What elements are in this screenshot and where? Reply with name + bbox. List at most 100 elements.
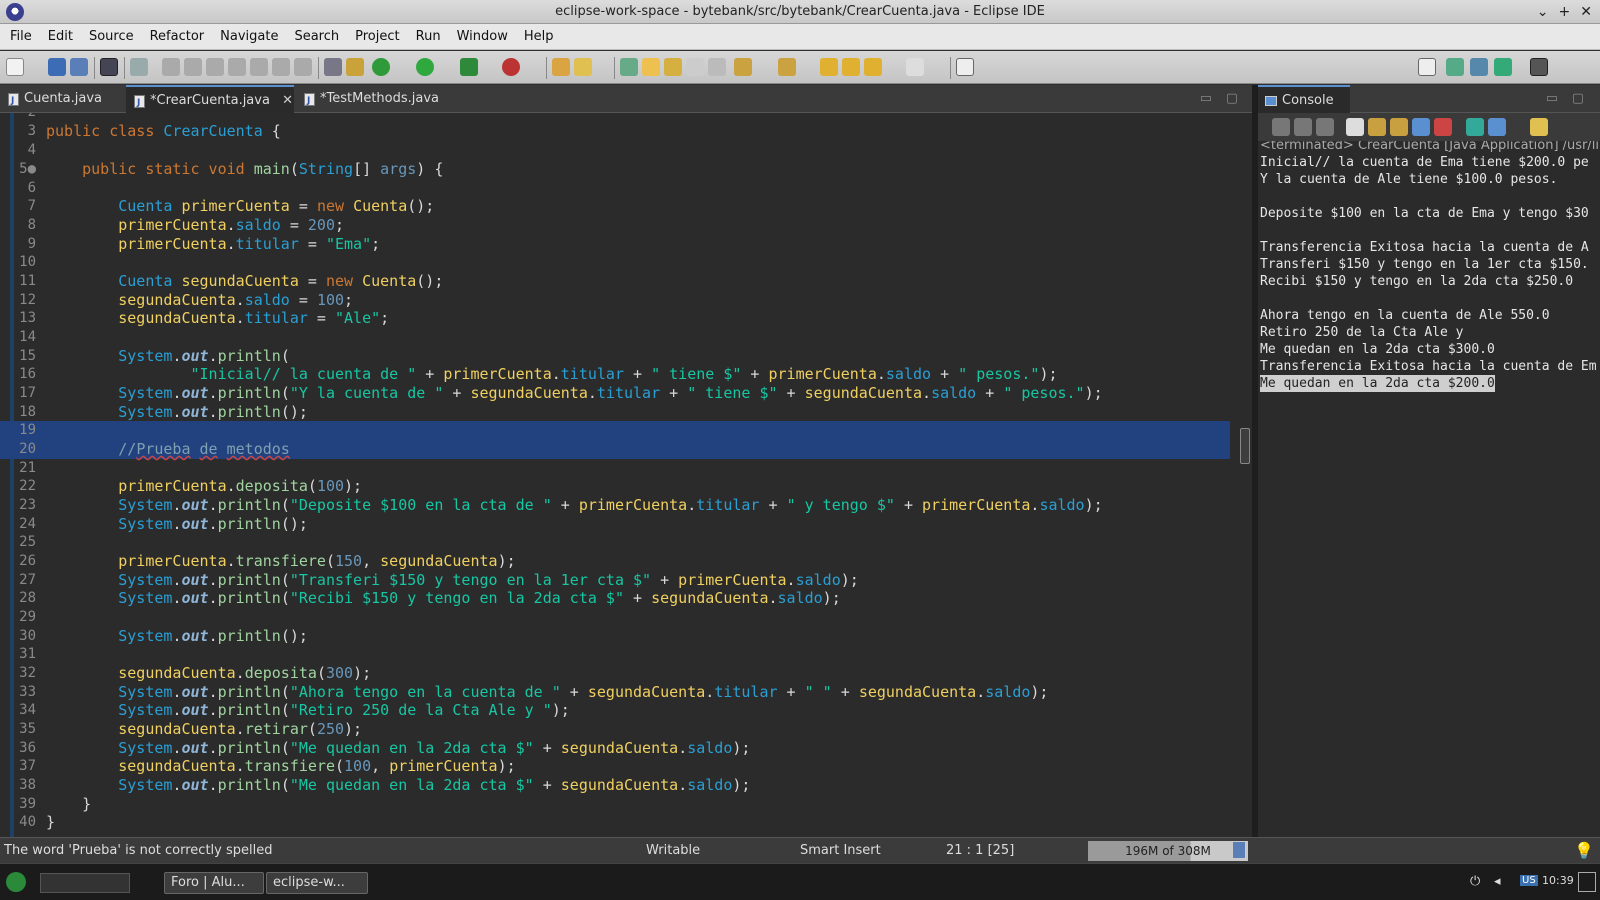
console-terminated-label: <terminated> CrearCuenta [Java Applicati… [1260,141,1599,153]
scroll-lock-icon[interactable] [1368,118,1386,136]
word-wrap-icon[interactable] [1390,118,1408,136]
resume-icon[interactable] [162,58,180,76]
back-icon[interactable] [864,58,882,76]
open-console-icon[interactable] [1530,118,1548,136]
skip-breakpoints-icon[interactable] [130,58,148,76]
start-menu-icon[interactable] [6,872,26,892]
menu-source[interactable]: Source [81,29,142,44]
run-icon[interactable] [416,58,434,76]
forward-icon[interactable] [906,58,924,76]
menu-file[interactable]: File [2,29,40,44]
editor-scrollbar-thumb[interactable] [1240,428,1250,464]
terminate-icon[interactable] [1272,118,1290,136]
toggle-block-icon[interactable] [664,58,682,76]
console-line: Y la cuenta de Ale tiene $100.0 pesos. [1260,172,1558,187]
code-editor[interactable]: 2 3public class CrearCuenta { 4 5● publi… [0,113,1252,837]
volume-icon[interactable]: ◂ [1494,874,1501,889]
terminal-icon[interactable] [100,58,118,76]
pin-console-icon[interactable] [1466,118,1484,136]
chevron-down-icon[interactable]: ⌄ [1537,0,1549,24]
status-writable: Writable [646,843,701,858]
quick-launch-icons[interactable] [40,873,130,893]
garbage-collect-icon[interactable] [1232,841,1246,859]
save-icon[interactable] [48,58,66,76]
console-output[interactable]: <terminated> CrearCuenta [Java Applicati… [1258,141,1600,837]
use-step-filters-icon[interactable] [324,58,342,76]
search-tool-icon[interactable] [574,58,592,76]
mark-occurrences-icon[interactable] [642,58,660,76]
prev-annotation-icon[interactable] [778,58,796,76]
console-line: Transferencia Exitosa hacia la cuenta de… [1260,240,1589,255]
code-line: 15 System.out.println( [19,347,290,365]
tab-testmethods-java[interactable]: *TestMethods.java [296,85,456,115]
open-task-icon[interactable] [620,58,638,76]
maximize-icon[interactable]: ▢ [1226,91,1238,106]
external-tools-icon[interactable] [502,58,520,76]
terminate-icon[interactable] [206,58,224,76]
power-icon[interactable]: ⏻ [1470,874,1480,889]
java-perspective-icon[interactable] [1494,58,1512,76]
code-line: 8 primerCuenta.saldo = 200; [27,216,345,234]
taskbar-item-eclipse[interactable]: eclipse-w... [266,872,368,894]
last-edit-icon[interactable] [820,58,838,76]
show-on-stdout-icon[interactable] [1412,118,1430,136]
menu-help[interactable]: Help [516,29,562,44]
console-line: Transferencia Exitosa hacia la cuenta de… [1260,359,1597,374]
desktop-switcher-icon[interactable] [1578,872,1596,892]
remove-all-icon[interactable] [1316,118,1334,136]
console-line: Transferi $150 y tengo en la 1er cta $15… [1260,257,1589,272]
coverage-icon[interactable] [346,58,364,76]
menu-project[interactable]: Project [347,29,407,44]
code-line: 35 segundaCuenta.retirar(250); [19,720,363,738]
menu-refactor[interactable]: Refactor [142,29,213,44]
console-line: Deposite $100 en la cta de Ema y tengo $… [1260,206,1589,221]
minimize-icon[interactable]: ▭ [1546,91,1558,106]
code-line: 11 Cuenta segundaCuenta = new Cuenta(); [19,272,444,290]
open-perspective-icon[interactable] [1418,58,1436,76]
clear-console-icon[interactable] [1346,118,1364,136]
perspective-icon[interactable] [956,58,974,76]
pilcrow-icon[interactable] [708,58,726,76]
java-ee-perspective-icon[interactable] [1446,58,1464,76]
tab-cuenta-java[interactable]: Cuenta.java [0,85,126,115]
step-into-icon[interactable] [250,58,268,76]
suspend-icon[interactable] [184,58,202,76]
debug-icon[interactable] [372,58,390,76]
tab-console[interactable]: Console ✕ [1258,85,1350,136]
maximize-icon[interactable]: ▢ [1572,91,1584,106]
menu-navigate[interactable]: Navigate [212,29,286,44]
lightbulb-icon[interactable]: 💡 [1574,841,1594,860]
code-line: 28 System.out.println("Recibi $150 y ten… [19,589,841,607]
window-title: eclipse-work-space - bytebank/src/byteba… [555,4,1045,19]
debug-perspective-icon[interactable] [1470,58,1488,76]
maximize-icon[interactable]: + [1559,0,1571,24]
search-icon[interactable] [1530,58,1548,76]
menu-window[interactable]: Window [449,29,516,44]
console-toolbar [1258,113,1600,141]
run-coverage-icon[interactable] [460,58,478,76]
step-return-icon[interactable] [294,58,312,76]
remove-launch-icon[interactable] [1294,118,1312,136]
menu-run[interactable]: Run [408,29,449,44]
new-icon[interactable] [6,58,24,76]
selected-code-block: 19 20 //Prueba de metodos [0,421,1230,459]
code-line: 37 segundaCuenta.transfiere(100, primerC… [19,757,516,775]
display-console-icon[interactable] [1488,118,1506,136]
minimize-icon[interactable]: ▭ [1200,91,1212,106]
menu-search[interactable]: Search [286,29,347,44]
tab-crearcuenta-java[interactable]: *CrearCuenta.java ✕ [126,85,294,117]
close-tab-icon[interactable]: ✕ [282,93,293,108]
menu-edit[interactable]: Edit [40,29,81,44]
step-over-icon[interactable] [272,58,290,76]
next-annotation-icon[interactable] [734,58,752,76]
disconnect-icon[interactable] [228,58,246,76]
heap-status[interactable]: 196M of 308M [1088,841,1248,861]
save-all-icon[interactable] [70,58,88,76]
open-type-icon[interactable] [552,58,570,76]
show-whitespace-icon[interactable] [686,58,704,76]
taskbar-item-browser[interactable]: Foro | Alu... [164,872,264,894]
close-icon[interactable]: ✕ [1580,0,1592,24]
keyboard-layout[interactable]: US [1520,875,1538,886]
forward-edit-icon[interactable] [842,58,860,76]
show-on-stderr-icon[interactable] [1434,118,1452,136]
